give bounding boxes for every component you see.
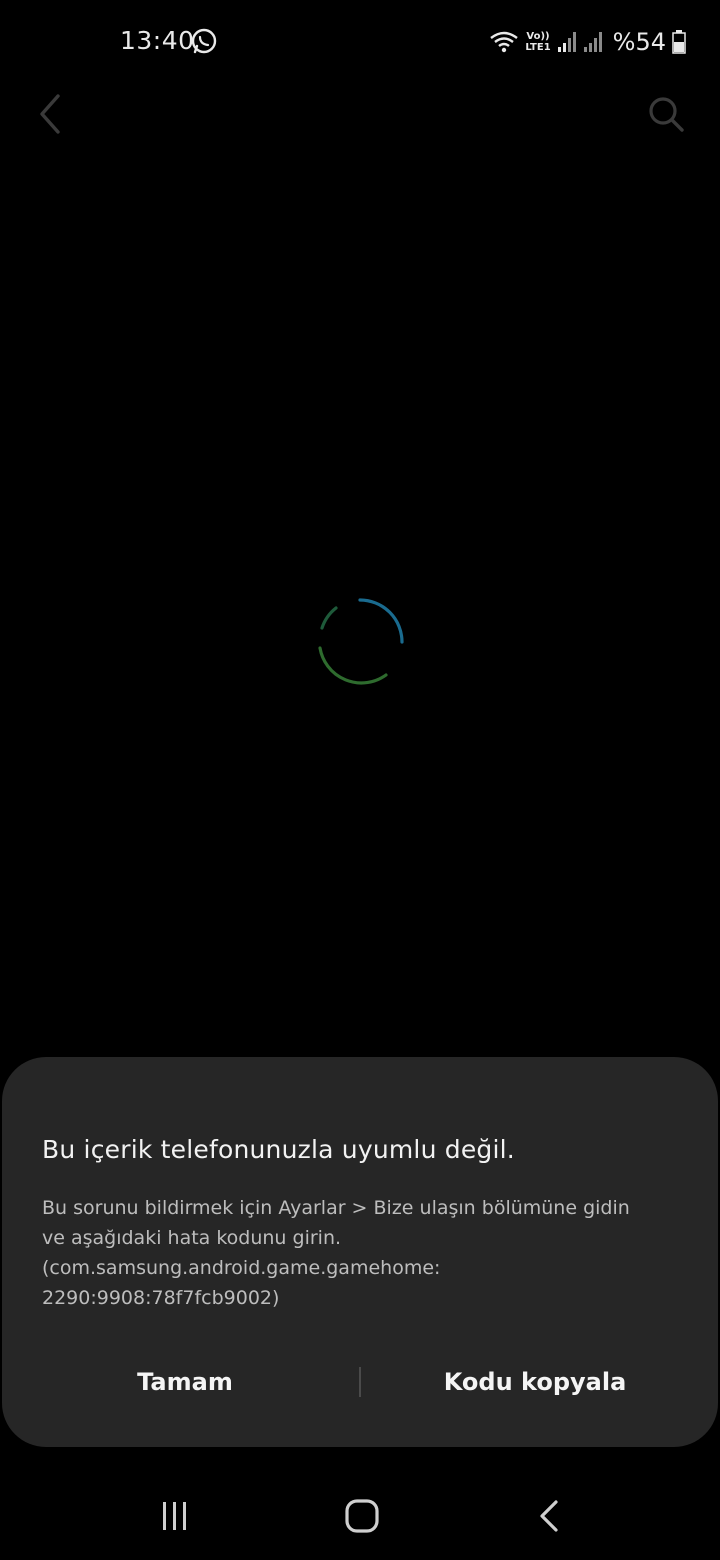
dialog-message: Bu sorunu bildirmek için Ayarlar > Bize …	[42, 1193, 682, 1313]
status-time: 13:40	[120, 26, 195, 55]
battery-icon	[672, 30, 686, 54]
ok-button[interactable]: Tamam	[42, 1349, 328, 1415]
volte-indicator: Vo)) LTE1	[525, 31, 550, 53]
dialog-message-line: Bu sorunu bildirmek için Ayarlar > Bize …	[42, 1197, 630, 1219]
dialog-message-line: (com.samsung.android.game.gamehome:	[42, 1257, 441, 1279]
loading-spinner-icon	[318, 598, 404, 685]
dialog-buttons: Tamam Kodu kopyala	[2, 1349, 718, 1415]
chevron-left-icon[interactable]	[34, 92, 68, 136]
search-icon[interactable]	[646, 94, 686, 134]
lte-label: LTE1	[525, 42, 551, 53]
volte-label: Vo))	[526, 31, 550, 42]
wifi-icon	[490, 31, 519, 53]
battery-percent: %54	[612, 28, 666, 56]
screen: 13:40 Vo)) LTE1 %54 Bu içerik telefonunu…	[0, 0, 720, 1560]
status-icons: Vo)) LTE1 %54	[489, 26, 686, 58]
dialog-message-line: 2290:9908:78f7fcb9002)	[42, 1287, 280, 1309]
whatsapp-icon	[191, 28, 217, 54]
back-icon[interactable]	[536, 1498, 562, 1534]
recent-apps-icon[interactable]	[158, 1500, 192, 1532]
dialog-title: Bu içerik telefonunuzla uyumlu değil.	[42, 1135, 515, 1164]
button-divider	[359, 1367, 361, 1397]
navigation-bar	[0, 1470, 720, 1560]
error-dialog: Bu içerik telefonunuzla uyumlu değil. Bu…	[2, 1057, 718, 1447]
signal-icon-2	[583, 32, 602, 52]
status-bar: 13:40 Vo)) LTE1 %54	[0, 0, 720, 80]
dialog-message-line: ve aşağıdaki hata kodunu girin.	[42, 1227, 342, 1249]
copy-code-button[interactable]: Kodu kopyala	[382, 1349, 688, 1415]
home-icon[interactable]	[344, 1498, 380, 1534]
signal-icon	[557, 32, 576, 52]
